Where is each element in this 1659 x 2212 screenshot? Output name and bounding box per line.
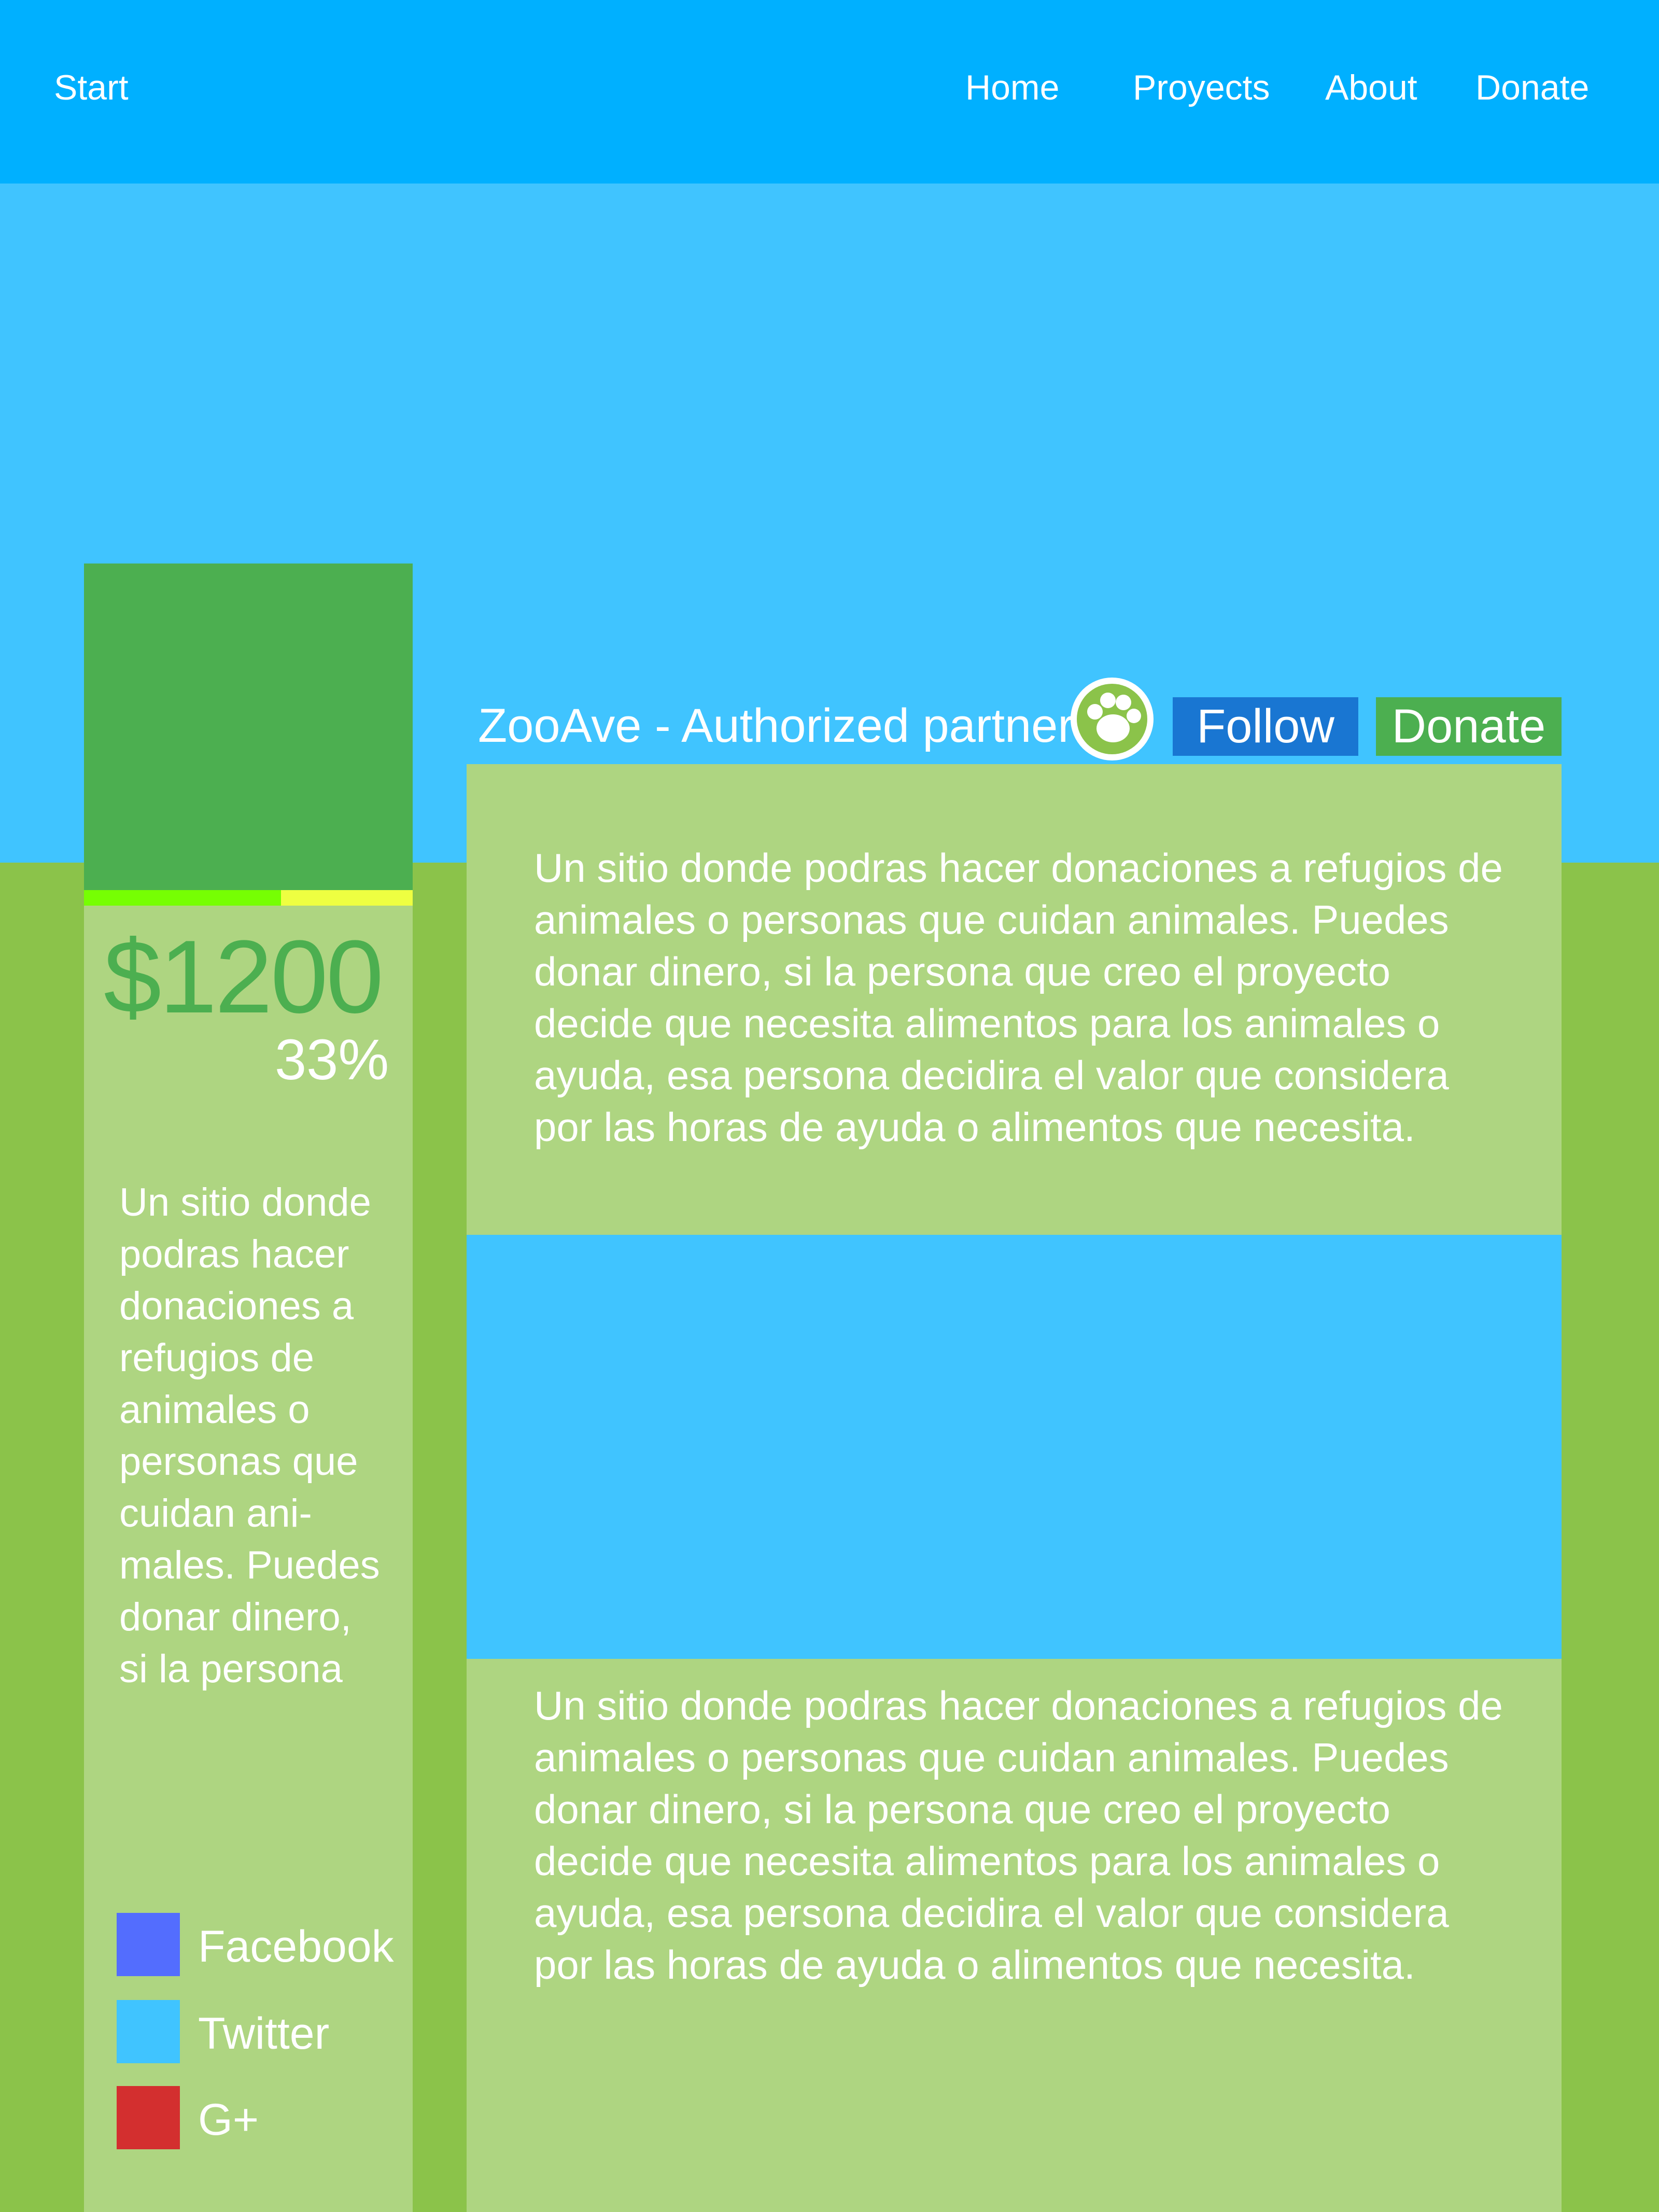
project-details-text: Un sitio donde podras hacer donaciones a… (534, 1683, 1503, 1988)
partner-name: ZooAve - Authorized partner (478, 699, 1074, 752)
funded-percent: 33% (275, 1028, 389, 1092)
funding-progress-fill (84, 890, 282, 906)
donate-button[interactable]: Donate (1376, 697, 1562, 756)
google-plus-label: G+ (198, 2095, 259, 2145)
nav-home-link[interactable]: Home (965, 70, 1059, 105)
campaign-description: Un sitio donde podras hacer donaciones a… (119, 1180, 380, 1691)
google-plus-share-link[interactable]: G+ (117, 2086, 407, 2149)
campaign-image[interactable] (84, 563, 413, 890)
google-plus-icon (117, 2086, 180, 2149)
twitter-icon (117, 2000, 180, 2063)
twitter-share-link[interactable]: Twitter (117, 2000, 407, 2063)
paw-icon (1071, 678, 1154, 760)
project-description-text: Un sitio donde podras hacer donaciones a… (534, 845, 1503, 1150)
top-navigation-bar: Start Home Proyects About Donate (0, 0, 1659, 184)
project-details-panel: Un sitio donde podras hacer donaciones a… (467, 1659, 1562, 2212)
nav-donate-link[interactable]: Donate (1475, 70, 1589, 105)
nav-about-link[interactable]: About (1325, 70, 1417, 105)
follow-button[interactable]: Follow (1173, 697, 1358, 756)
project-description-panel: Un sitio donde podras hacer donaciones a… (467, 764, 1562, 1235)
project-media-placeholder (467, 1235, 1562, 1659)
funding-progress-bar (84, 890, 413, 906)
facebook-icon (117, 1913, 180, 1976)
facebook-label: Facebook (198, 1922, 394, 1971)
nav-start-link[interactable]: Start (54, 70, 129, 105)
nav-proyects-link[interactable]: Proyects (1133, 70, 1270, 105)
facebook-share-link[interactable]: Facebook (117, 1913, 407, 1976)
twitter-label: Twitter (198, 2009, 330, 2059)
paw-icon-graphic (1077, 684, 1147, 754)
raised-amount: $1200 (104, 919, 384, 1035)
